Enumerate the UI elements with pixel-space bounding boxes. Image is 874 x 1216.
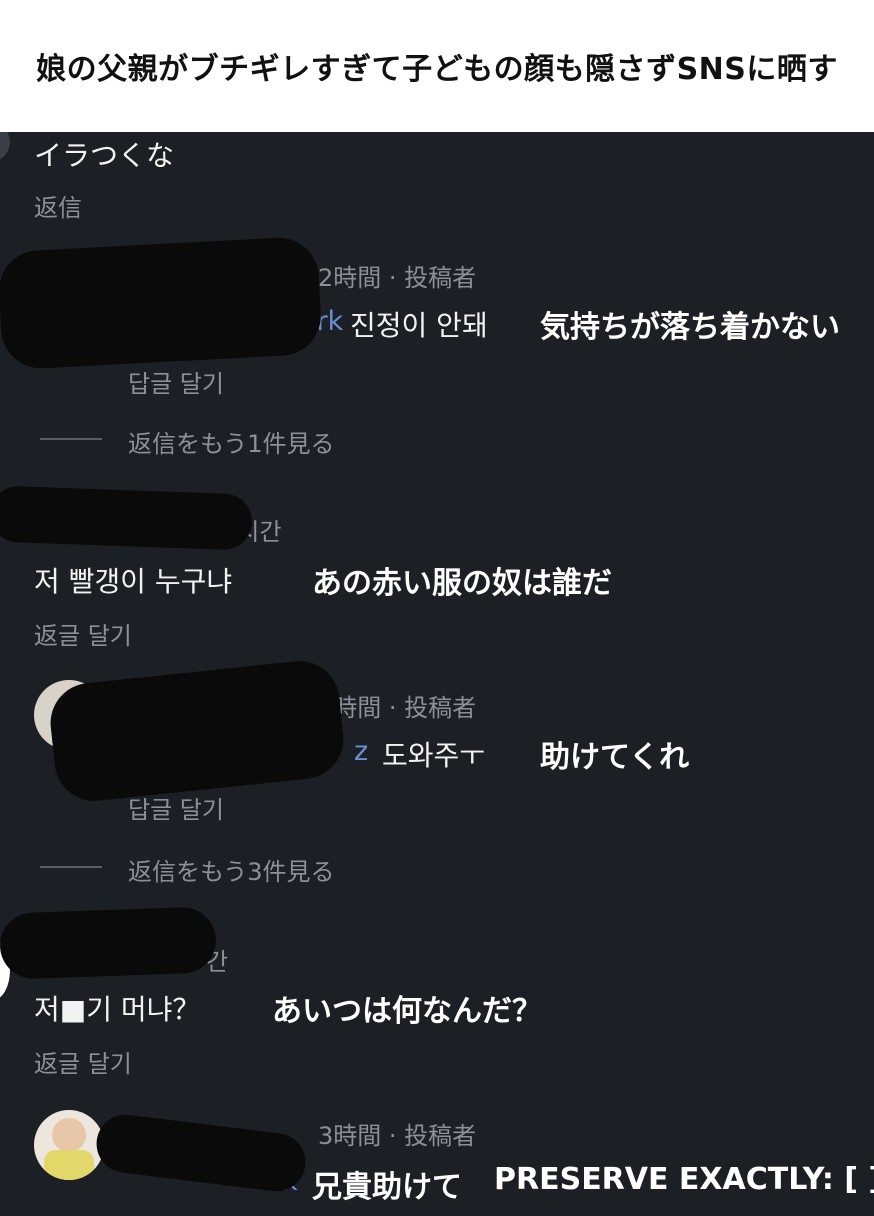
comment-meta: 3時間 · 投稿者	[318, 694, 477, 722]
reply-button[interactable]: 返글 달기	[34, 616, 132, 651]
avatar-shirt	[44, 1150, 94, 1180]
comment-text: 저 빨갱이 누구냐	[34, 565, 233, 598]
comment-meta: 3時間 · 投稿者	[318, 1122, 477, 1150]
redaction-scribble	[0, 906, 218, 980]
avatar[interactable]	[0, 132, 10, 162]
view-more-replies[interactable]: 返信をもう3件見る	[128, 852, 335, 887]
mention[interactable]: z	[354, 736, 368, 767]
redaction-scribble	[0, 485, 253, 551]
comment-translation: あいつは何なんだ？	[272, 994, 542, 1029]
comment-text: 저■기 머냐？	[34, 993, 201, 1026]
redaction-scribble	[93, 1111, 309, 1195]
comment-translation: 助けてくれ	[540, 740, 690, 775]
avatar[interactable]	[34, 1110, 104, 1180]
reply-button[interactable]: 返글 달기	[34, 1044, 132, 1079]
comment-translation: 気持ちが落ち着かない	[540, 310, 840, 345]
reply-button[interactable]: 답글 달기	[128, 790, 224, 825]
headline-text: 娘の父親がブチギレすぎて子どもの顔も隠さずSNSに晒す	[36, 52, 838, 87]
headline-banner: 娘の父親がブチギレすぎて子どもの顔も隠さずSNSに晒す	[0, 0, 874, 132]
divider	[40, 438, 102, 440]
redaction-scribble	[46, 657, 348, 805]
comment-text: 진정이 안돼	[350, 309, 488, 342]
redaction-scribble	[0, 235, 323, 371]
comment-translation: 兄貴助けて	[312, 1170, 462, 1205]
view-more-replies[interactable]: 返信をもう1件見る	[128, 424, 335, 459]
comment-text: 도와주ㅜ	[382, 739, 486, 772]
reply-button[interactable]: 返信	[34, 188, 82, 223]
comment-thread: イラつくな 返信 srok_utek 2時間 · 投稿者 ark 진정이 안돼 …	[0, 132, 874, 1216]
comment-text: イラつくな	[34, 139, 175, 172]
preserve-label: PRESERVE EXACTLY: [ ]	[494, 1162, 874, 1197]
comment-meta: 2時間 · 投稿者	[318, 264, 477, 292]
comment-translation: あの赤い服の奴は誰だ	[312, 566, 612, 601]
divider	[40, 866, 102, 868]
avatar-face	[52, 1118, 86, 1152]
reply-button[interactable]: 답글 달기	[128, 364, 224, 399]
